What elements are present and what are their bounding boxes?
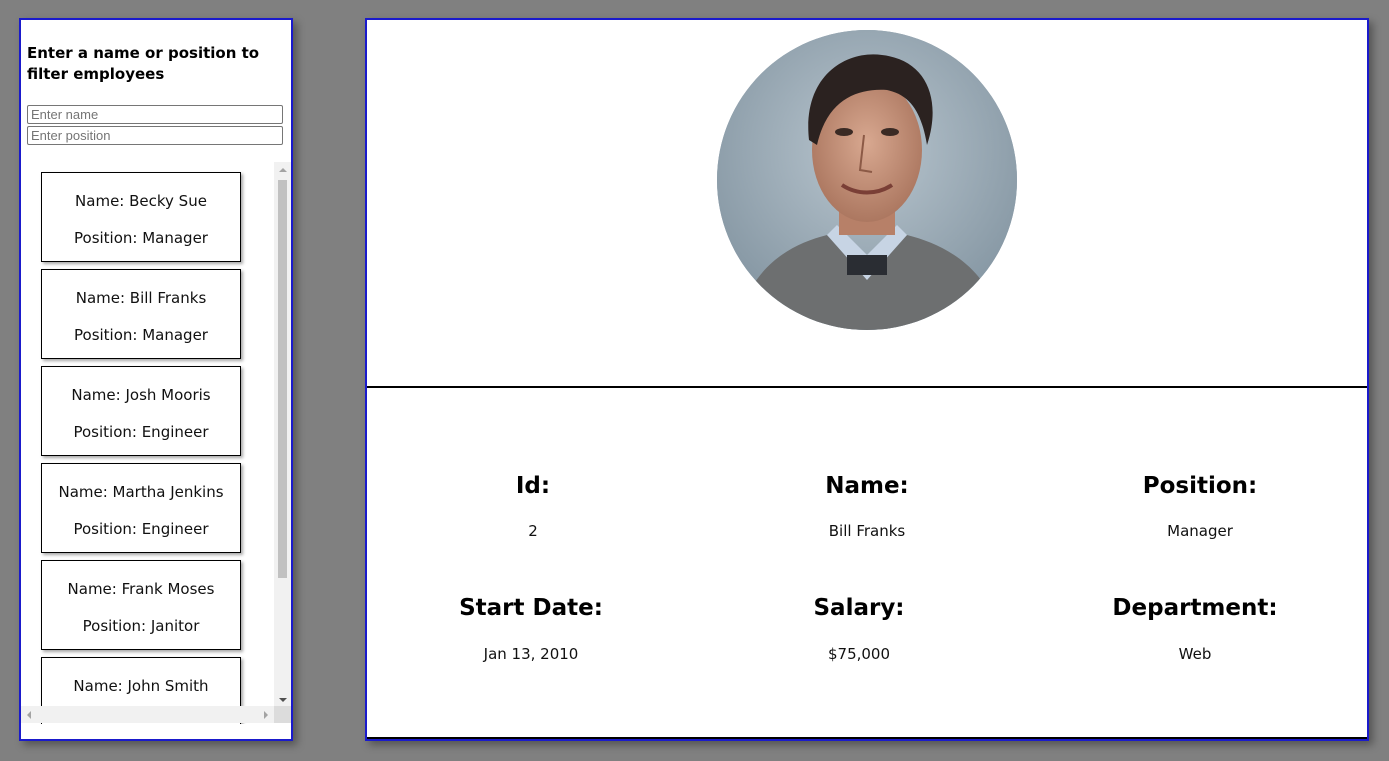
salary-value: $75,000 xyxy=(827,645,891,663)
position-label: Position: xyxy=(1142,473,1258,499)
employee-info-section: Id: 2 Name: Bill Franks Position: Manage… xyxy=(367,388,1367,739)
scroll-left-arrow-icon[interactable] xyxy=(27,711,31,719)
position-filter-input[interactable] xyxy=(27,126,283,145)
scroll-up-arrow-icon[interactable] xyxy=(279,168,287,172)
employee-card-position: Position: Janitor xyxy=(82,617,200,635)
employee-card[interactable]: Name: Martha Jenkins Position: Engineer xyxy=(41,463,241,553)
employee-card-name: Name: Josh Mooris xyxy=(71,386,211,404)
employee-list-vertical-scrollbar[interactable] xyxy=(274,162,291,708)
employee-card-name: Name: Bill Franks xyxy=(75,289,207,307)
employee-photo-section xyxy=(367,20,1367,388)
employee-card-position: Position: Engineer xyxy=(73,520,209,538)
filter-heading: Enter a name or position to filter emplo… xyxy=(27,44,260,83)
employee-card[interactable]: Name: Becky Sue Position: Manager xyxy=(41,172,241,262)
employee-card-position: Position: Engineer xyxy=(73,423,209,441)
position-value: Manager xyxy=(1167,522,1233,540)
scroll-down-arrow-icon[interactable] xyxy=(279,698,287,702)
employee-card[interactable]: Name: Josh Mooris Position: Engineer xyxy=(41,366,241,456)
id-label: Id: xyxy=(515,473,551,499)
employee-list-horizontal-scrollbar[interactable] xyxy=(21,706,274,723)
scrollbar-corner xyxy=(274,706,291,723)
employee-card[interactable]: Name: Frank Moses Position: Janitor xyxy=(41,560,241,650)
id-value: 2 xyxy=(528,522,538,540)
scroll-right-arrow-icon[interactable] xyxy=(264,711,268,719)
employee-card-name: Name: Martha Jenkins xyxy=(58,483,224,501)
start-date-value: Jan 13, 2010 xyxy=(483,645,579,663)
employee-list: Name: Becky Sue Position: Manager Name: … xyxy=(21,162,291,724)
name-value: Bill Franks xyxy=(828,522,906,540)
employee-card-name: Name: John Smith xyxy=(73,677,209,695)
name-label: Name: xyxy=(825,473,909,499)
employee-avatar xyxy=(717,30,1017,330)
department-value: Web xyxy=(1178,645,1212,663)
employee-card-position: Position: Manager xyxy=(74,326,208,344)
employee-card-name: Name: Frank Moses xyxy=(67,580,215,598)
employee-card[interactable]: Name: Bill Franks Position: Manager xyxy=(41,269,241,359)
employee-detail-panel: Id: 2 Name: Bill Franks Position: Manage… xyxy=(365,18,1369,741)
vertical-scroll-thumb[interactable] xyxy=(278,180,287,578)
start-date-label: Start Date: xyxy=(459,595,603,621)
employee-card-name: Name: Becky Sue xyxy=(75,192,207,210)
name-filter-input[interactable] xyxy=(27,105,283,124)
salary-label: Salary: xyxy=(813,595,905,621)
employee-filter-sidebar: Enter a name or position to filter emplo… xyxy=(19,18,293,741)
department-label: Department: xyxy=(1112,595,1278,621)
employee-card-position: Position: Manager xyxy=(74,229,208,247)
